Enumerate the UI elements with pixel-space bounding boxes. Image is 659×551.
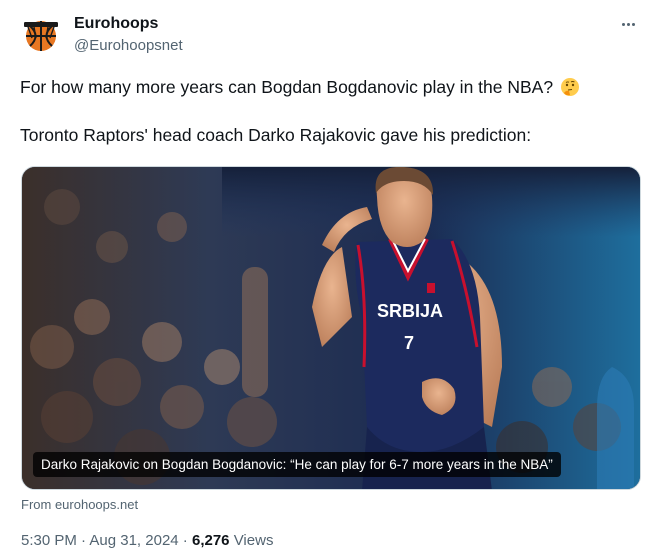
- link-source[interactable]: From eurohoops.net: [21, 497, 138, 512]
- player-photo: SRBIJA 7: [22, 167, 640, 489]
- tweet-time[interactable]: 5:30 PM: [21, 532, 77, 549]
- thinking-face-emoji: [560, 77, 580, 97]
- tweet-line-1: For how many more years can Bogdan Bogda…: [20, 75, 640, 99]
- views-label[interactable]: Views: [230, 532, 274, 549]
- jersey-text: SRBIJA: [377, 301, 443, 321]
- tweet-line-1-text: For how many more years can Bogdan Bogda…: [20, 77, 554, 97]
- eurohoops-logo-icon[interactable]: [20, 14, 62, 56]
- views-count[interactable]: 6,276: [192, 532, 230, 549]
- author-handle[interactable]: @Eurohoopsnet: [74, 37, 183, 54]
- tweet-meta: 5:30 PM · Aug 31, 2024 · 6,276 Views: [21, 532, 273, 549]
- meta-separator: ·: [178, 532, 192, 549]
- author-name[interactable]: Eurohoops: [74, 15, 158, 33]
- tweet-media-image[interactable]: SRBIJA 7 Darko Rajakovic on Bogdan Bogda…: [21, 166, 641, 490]
- image-caption: Darko Rajakovic on Bogdan Bogdanovic: “H…: [33, 452, 561, 477]
- tweet-header: Eurohoops @Eurohoopsnet: [20, 12, 640, 60]
- jersey-number: 7: [404, 333, 414, 353]
- tweet-line-2: Toronto Raptors' head coach Darko Rajako…: [20, 125, 532, 145]
- tweet-text: For how many more years can Bogdan Bogda…: [20, 75, 640, 147]
- more-options-icon[interactable]: [616, 14, 640, 34]
- meta-separator: ·: [76, 532, 90, 549]
- tweet-date[interactable]: Aug 31, 2024: [89, 532, 178, 549]
